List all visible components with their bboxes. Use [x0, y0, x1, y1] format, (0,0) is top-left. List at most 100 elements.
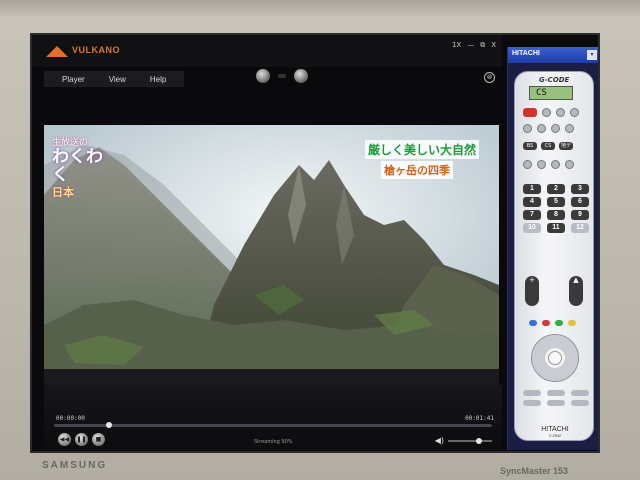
app-name: VULKANO [72, 45, 120, 55]
func-button-7[interactable] [551, 160, 560, 169]
num-button-1[interactable]: 1 [523, 184, 541, 194]
time-total: 00:01:41 [465, 415, 494, 422]
num-button-11[interactable]: 11 [547, 223, 565, 233]
close-panel-icon[interactable]: ⊗ [484, 72, 495, 83]
remote-brand: HITACHI C-RN2 [515, 426, 595, 438]
settings-button[interactable] [294, 69, 308, 83]
volcano-icon [46, 46, 68, 57]
show-logo-line2: わくわく [52, 147, 103, 185]
remote-brand-select[interactable]: HITACHI [512, 50, 540, 57]
remote-brand-sub: C-RN2 [548, 433, 562, 438]
num-button-2[interactable]: 2 [547, 184, 565, 194]
channel-rocker[interactable]: ▲ [569, 276, 583, 306]
menu-button[interactable] [570, 108, 579, 117]
red-key[interactable] [542, 320, 550, 326]
func-button-2[interactable] [537, 124, 546, 133]
func-button-12[interactable] [523, 400, 541, 406]
terrestrial-button[interactable]: 地デ [559, 142, 573, 150]
yellow-key[interactable] [568, 320, 576, 326]
time-elapsed: 00:00:00 [56, 415, 85, 422]
number-pad: 1 2 3 4 5 6 7 8 9 10 11 12 [523, 184, 589, 233]
bs-button[interactable]: BS [523, 142, 537, 150]
ok-button[interactable] [548, 351, 562, 365]
direction-pad[interactable] [531, 334, 579, 382]
num-button-10[interactable]: 10 [523, 223, 541, 233]
center-controls [256, 69, 308, 83]
menu-help[interactable]: Help [150, 75, 166, 84]
color-keys [529, 320, 576, 326]
volume-slider[interactable] [448, 440, 492, 442]
minimize-button[interactable]: — [467, 41, 474, 50]
caption-line1: 厳しく美しい大自然 [365, 140, 480, 159]
pause-button[interactable]: ❚❚ [75, 433, 88, 446]
func-button-4[interactable] [565, 124, 574, 133]
num-button-7[interactable]: 7 [523, 210, 541, 220]
func-button-8[interactable] [565, 160, 574, 169]
func-button-1[interactable] [523, 124, 532, 133]
remote-control: G-CODE CS BS CS 地デ 1 2 3 4 5 6 7 8 9 10 … [514, 71, 594, 441]
remote-header: HITACHI ▾ [508, 47, 598, 63]
row-2 [523, 124, 574, 133]
func-button-14[interactable] [571, 400, 589, 406]
show-logo: 生放送の わくわく 日本 [52, 135, 116, 199]
func-button-5[interactable] [523, 160, 532, 169]
remote-lcd: CS [529, 86, 573, 100]
power-button[interactable] [523, 108, 537, 117]
zoom-1x-button[interactable]: 1X [452, 41, 461, 50]
num-button-12[interactable]: 12 [571, 223, 589, 233]
func-button-11[interactable] [571, 390, 589, 396]
close-window-button[interactable]: X [491, 41, 496, 50]
rewind-button[interactable]: ◀◀ [58, 433, 71, 446]
speaker-icon[interactable]: ◀) [435, 436, 444, 445]
show-logo-line3: 日本 [52, 186, 74, 199]
bottom-buttons [523, 390, 589, 406]
num-button-8[interactable]: 8 [547, 210, 565, 220]
chevron-down-icon[interactable]: ▾ [587, 50, 597, 60]
app-logo: VULKANO [46, 45, 156, 59]
video-area[interactable]: 生放送の わくわく 日本 厳しく美しい大自然 槍ヶ岳の四季 [44, 125, 499, 385]
num-button-6[interactable]: 6 [571, 197, 589, 207]
window-controls: 1X — ⧉ X [452, 41, 496, 50]
volume-handle[interactable] [476, 438, 482, 444]
monitor-model: SyncMaster 153 [500, 466, 569, 476]
caption-line2: 槍ヶ岳の四季 [381, 161, 453, 179]
power-row [523, 108, 579, 117]
record-button[interactable] [256, 69, 270, 83]
seek-handle[interactable] [106, 422, 112, 428]
func-button-9[interactable] [523, 390, 541, 396]
row-4 [523, 160, 574, 169]
mode-button[interactable] [556, 108, 565, 117]
func-button-13[interactable] [547, 400, 565, 406]
blue-key[interactable] [529, 320, 537, 326]
playback-bar: 00:00:00 00:01:41 ◀◀ ❚❚ ■ Streaming 90% … [44, 385, 502, 451]
menu-bar: Player View Help [44, 71, 184, 87]
volume-up-label: + [529, 276, 535, 284]
volume-rocker[interactable]: + [525, 276, 539, 306]
remote-panel: HITACHI ▾ G-CODE CS BS CS 地デ 1 2 3 4 5 6… [507, 47, 598, 450]
video-caption: 厳しく美しい大自然 槍ヶ岳の四季 [365, 139, 487, 179]
menu-view[interactable]: View [109, 75, 126, 84]
restore-button[interactable]: ⧉ [480, 41, 485, 50]
monitor-screen: VULKANO 1X — ⧉ X Player View Help ⊗ 生放送の… [30, 33, 600, 453]
gcode-label: G-CODE [539, 76, 570, 84]
func-button-6[interactable] [537, 160, 546, 169]
stop-button[interactable]: ■ [92, 433, 105, 446]
num-button-3[interactable]: 3 [571, 184, 589, 194]
transport-controls: ◀◀ ❚❚ ■ [58, 433, 105, 446]
func-button-10[interactable] [547, 390, 565, 396]
num-button-9[interactable]: 9 [571, 210, 589, 220]
stream-status: Streaming 90% [254, 439, 293, 445]
menu-player[interactable]: Player [62, 75, 85, 84]
remote-brand-name: HITACHI [541, 426, 569, 433]
monitor-top-edge [0, 0, 640, 18]
num-button-5[interactable]: 5 [547, 197, 565, 207]
channel-up-label: ▲ [573, 276, 579, 284]
func-button-3[interactable] [551, 124, 560, 133]
player-titlebar: VULKANO 1X — ⧉ X [32, 35, 502, 67]
num-button-4[interactable]: 4 [523, 197, 541, 207]
monitor-brand: SAMSUNG [42, 460, 108, 471]
seek-bar[interactable] [54, 424, 492, 427]
cs-button[interactable]: CS [541, 142, 555, 150]
input-button[interactable] [542, 108, 551, 117]
green-key[interactable] [555, 320, 563, 326]
